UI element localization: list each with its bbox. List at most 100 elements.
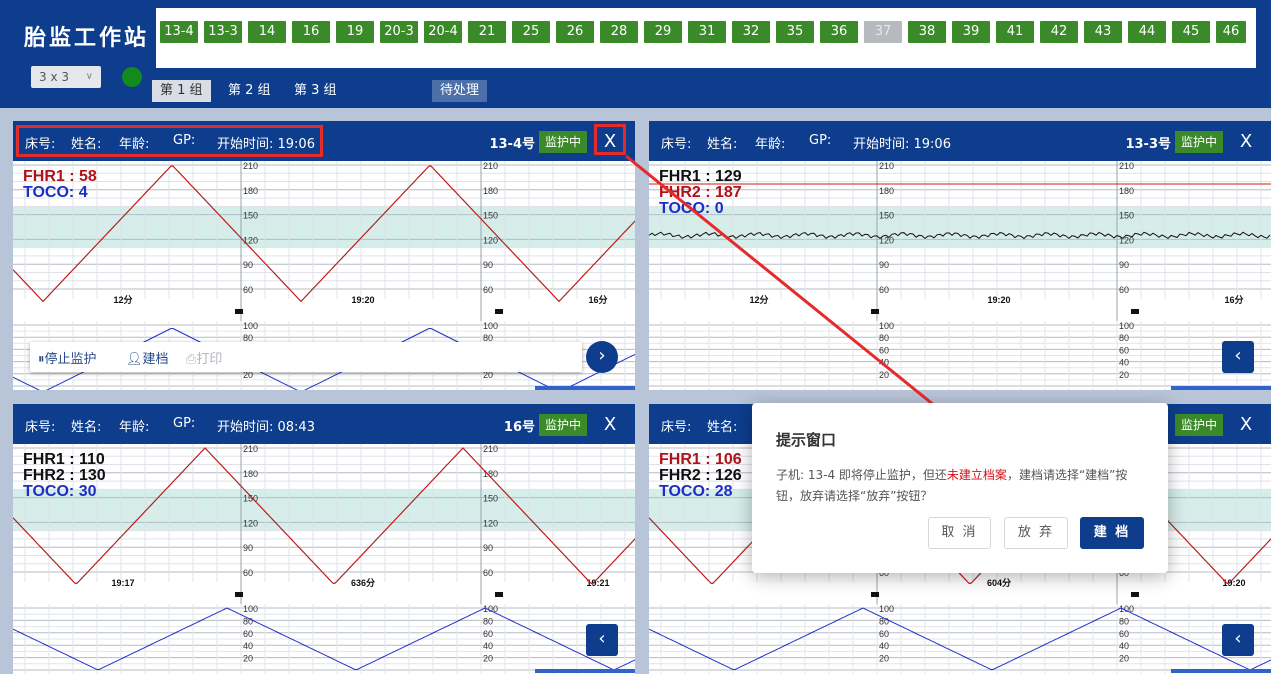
tab-group-2[interactable]: 第 2 组 bbox=[220, 80, 279, 102]
create-archive-button[interactable]: 建 档 bbox=[1080, 517, 1144, 549]
fhr-tick-label: 90 bbox=[243, 260, 253, 270]
toco-tick-label: 40 bbox=[243, 641, 253, 651]
panel-back-button[interactable]: ‹ bbox=[586, 624, 618, 656]
toco-tick-label: 20 bbox=[879, 370, 889, 380]
ctg-trace-chart: 2101801501209060210180150120906012分 19:20… bbox=[649, 161, 1271, 390]
normal-fhr-band bbox=[13, 206, 635, 248]
toco-tick-label: 100 bbox=[243, 321, 258, 331]
bed-button-32[interactable]: 32 bbox=[732, 21, 770, 43]
bed-button-29[interactable]: 29 bbox=[644, 21, 682, 43]
monitor-panel-13-3: 床号: 姓名: 年龄: GP: 开始时间: 19:06 13-3号 监护中 X 210 180 15… bbox=[649, 121, 1271, 390]
bed-button-14[interactable]: 14 bbox=[248, 21, 286, 43]
expand-toolbar-button[interactable]: › bbox=[586, 341, 618, 373]
bed-button-37[interactable]: 37 bbox=[864, 21, 902, 43]
readout-value: TOCO: 30 bbox=[23, 483, 97, 500]
start-time-label: 开始时间: 08:43 bbox=[217, 420, 315, 435]
fhr-tick-label: 90 bbox=[879, 260, 889, 270]
bed-button-44[interactable]: 44 bbox=[1128, 21, 1166, 43]
bed-button-45[interactable]: 45 bbox=[1172, 21, 1210, 43]
tab-group-3[interactable]: 第 3 组 bbox=[286, 80, 345, 102]
chevron-left-icon: ‹ bbox=[1234, 628, 1242, 649]
panel-back-button[interactable]: ‹ bbox=[1222, 624, 1254, 656]
fhr-tick-label: 180 bbox=[243, 469, 258, 479]
bed-button-28[interactable]: 28 bbox=[600, 21, 638, 43]
bed-button-20-4[interactable]: 20-4 bbox=[424, 21, 462, 43]
abandon-button[interactable]: 放 弃 bbox=[1004, 517, 1068, 549]
bed-button-13-3[interactable]: 13-3 bbox=[204, 21, 242, 43]
scroll-indicator[interactable] bbox=[1171, 669, 1271, 673]
print-label: 打印 bbox=[196, 352, 223, 367]
fhr-tick-label: 180 bbox=[879, 186, 894, 196]
bed-button-31[interactable]: 31 bbox=[688, 21, 726, 43]
fhr-tick-label: 210 bbox=[879, 161, 894, 171]
bed-button-20-3[interactable]: 20-3 bbox=[380, 21, 418, 43]
toco-tick-label: 100 bbox=[1119, 321, 1134, 331]
live-readout: FHR1 : 129 FHR2 : 187 TOCO: 0 bbox=[659, 169, 742, 217]
print-button[interactable]: ⎙打印 bbox=[186, 348, 222, 367]
toco-tick-label: 60 bbox=[1119, 345, 1129, 355]
toco-tick-label: 40 bbox=[879, 641, 889, 651]
close-icon[interactable]: X bbox=[1231, 129, 1261, 155]
panel-bed-number: 13-4号 bbox=[489, 137, 535, 152]
readout-value: TOCO: 28 bbox=[659, 483, 733, 500]
toco-tick-label: 40 bbox=[1119, 358, 1129, 368]
bed-button-13-4[interactable]: 13-4 bbox=[160, 21, 198, 43]
bed-button-39[interactable]: 39 bbox=[952, 21, 990, 43]
toco-tick-label: 80 bbox=[1119, 333, 1129, 343]
chevron-left-icon: ‹ bbox=[598, 628, 606, 649]
time-axis-label: 604分 bbox=[987, 577, 1011, 588]
tab-pending[interactable]: 待处理 bbox=[432, 80, 488, 102]
readout-value: TOCO: 4 bbox=[23, 184, 88, 201]
scroll-indicator[interactable] bbox=[535, 386, 635, 390]
bed-button-36[interactable]: 36 bbox=[820, 21, 858, 43]
fhr-tick-label: 210 bbox=[483, 444, 498, 454]
toco-tick-label: 100 bbox=[483, 321, 498, 331]
live-readout: FHR1 : 106 FHR2 : 126 TOCO: 28 bbox=[659, 452, 742, 500]
fhr-tick-label: 120 bbox=[243, 235, 258, 245]
dialog-message-pre: 子机: 13-4 即将停止监护，但还 bbox=[776, 468, 947, 482]
toco-tick-label: 60 bbox=[879, 345, 889, 355]
panel-back-button[interactable]: ‹ bbox=[1222, 341, 1254, 373]
bed-button-16[interactable]: 16 bbox=[292, 21, 330, 43]
toco-tick-label: 40 bbox=[1119, 641, 1129, 651]
fhr-tick-label: 180 bbox=[1119, 186, 1134, 196]
tab-group-1[interactable]: 第 1 组 bbox=[152, 80, 211, 102]
readout-value: FHR1 : 110 bbox=[23, 451, 105, 468]
close-icon[interactable]: X bbox=[1231, 412, 1261, 438]
archive-button[interactable]: 👤︎建档 bbox=[126, 348, 169, 367]
stop-monitoring-label: 停止监护 bbox=[44, 352, 97, 367]
fhr-tick-label: 90 bbox=[243, 543, 253, 553]
bed-button-19[interactable]: 19 bbox=[336, 21, 374, 43]
event-marker bbox=[871, 592, 879, 597]
bed-button-35[interactable]: 35 bbox=[776, 21, 814, 43]
patient-name-label: 姓名: bbox=[71, 420, 102, 435]
bed-button-42[interactable]: 42 bbox=[1040, 21, 1078, 43]
live-readout: FHR1 : 58 TOCO: 4 bbox=[23, 169, 97, 201]
scroll-indicator[interactable] bbox=[535, 669, 635, 673]
confirm-dialog: 提示窗口 子机: 13-4 即将停止监护，但还未建立档案，建档请选择“建档”按钮… bbox=[752, 403, 1168, 573]
bed-button-26[interactable]: 26 bbox=[556, 21, 594, 43]
monitoring-status-badge: 监护中 bbox=[1175, 414, 1224, 436]
bed-button-21[interactable]: 21 bbox=[468, 21, 506, 43]
time-axis-label: 12分 bbox=[113, 294, 132, 305]
gp-label: GP: bbox=[809, 133, 832, 148]
toco-tick-label: 20 bbox=[483, 654, 493, 664]
time-axis-label: 19:20 bbox=[987, 295, 1010, 305]
panel-header: 床号: 姓名: 年龄: GP: 开始时间: 08:43 16号 监护中 X bbox=[13, 404, 635, 444]
toco-tick-label: 100 bbox=[483, 604, 498, 614]
readout-value: FHR1 : 129 bbox=[659, 168, 742, 185]
event-marker bbox=[235, 309, 243, 314]
time-axis-label: 19:17 bbox=[111, 578, 134, 588]
bed-button-46[interactable]: 46 bbox=[1216, 21, 1246, 43]
close-icon[interactable]: X bbox=[595, 412, 625, 438]
bed-button-25[interactable]: 25 bbox=[512, 21, 550, 43]
bed-button-38[interactable]: 38 bbox=[908, 21, 946, 43]
cancel-button[interactable]: 取 消 bbox=[928, 517, 991, 549]
start-time-label: 开始时间: 19:06 bbox=[853, 137, 951, 152]
scroll-indicator[interactable] bbox=[1171, 386, 1271, 390]
fhr-tick-label: 60 bbox=[483, 285, 493, 295]
bed-button-41[interactable]: 41 bbox=[996, 21, 1034, 43]
stop-monitoring-button[interactable]: ⏸停止监护 bbox=[38, 348, 97, 367]
bed-button-43[interactable]: 43 bbox=[1084, 21, 1122, 43]
layout-select[interactable]: 3 x 3 ∨ bbox=[31, 66, 101, 88]
